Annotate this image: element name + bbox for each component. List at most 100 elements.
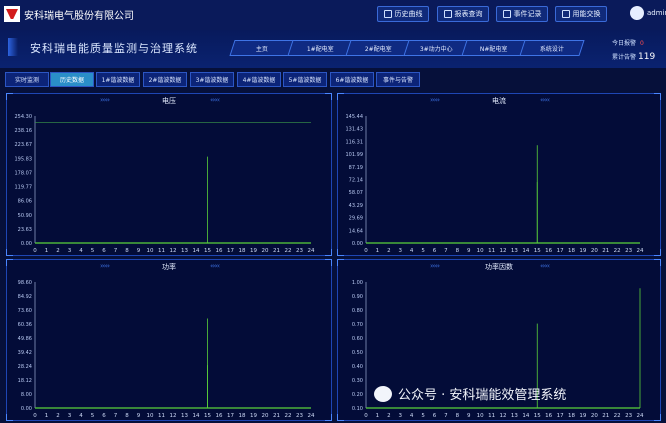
x-tick-label: 5 [421, 413, 425, 419]
chevron-right-icon: ››››› [100, 262, 110, 270]
x-tick-label: 20 [262, 248, 269, 254]
y-tick-label: 72.14 [349, 178, 363, 184]
x-tick-label: 13 [511, 248, 518, 254]
x-tick-label: 11 [158, 413, 165, 419]
x-tick-label: 21 [602, 248, 609, 254]
sub-tab-1[interactable]: 历史数据 [50, 72, 94, 87]
panel-corner [654, 259, 661, 266]
sub-tab-8[interactable]: 事件与告警 [376, 72, 420, 87]
x-tick-label: 19 [579, 248, 586, 254]
x-tick-label: 1 [45, 413, 49, 419]
x-tick-label: 3 [68, 413, 72, 419]
sub-tab-7[interactable]: 6#谐波数据 [330, 72, 374, 87]
x-tick-label: 18 [239, 248, 246, 254]
y-tick-label: 0.40 [352, 364, 363, 370]
wechat-icon [374, 385, 392, 402]
chevron-left-icon: ‹‹‹‹‹ [540, 262, 550, 270]
x-tick-label: 22 [614, 248, 621, 254]
y-tick-label: 60.36 [18, 322, 32, 328]
x-tick-label: 13 [181, 413, 188, 419]
x-tick-label: 0 [33, 248, 37, 254]
x-tick-label: 24 [308, 248, 315, 254]
y-tick-label: 101.99 [346, 152, 364, 158]
y-tick-label: 84.92 [18, 294, 32, 300]
x-tick-label: 10 [147, 248, 154, 254]
chart-title: 电流 [492, 97, 506, 105]
nav-tab-room2[interactable]: 2#配电室 [345, 40, 411, 56]
panel-corner [654, 93, 661, 100]
y-tick-label: 195.83 [15, 156, 33, 162]
x-tick-label: 19 [579, 413, 586, 419]
y-tick-label: 119.77 [15, 185, 33, 191]
x-tick-label: 22 [285, 248, 292, 254]
y-tick-label: 43.29 [349, 203, 363, 209]
sub-tab-3[interactable]: 2#谐波数据 [143, 72, 187, 87]
history-curve-button[interactable]: 历史曲线 [377, 6, 429, 22]
y-tick-label: 178.07 [15, 170, 33, 176]
chart-svg: 145.44 131.43 116.31 101.99 87.19 72.14 58.07 4… [346, 114, 644, 254]
x-tick-label: 8 [456, 413, 460, 419]
system-title: 安科瑞电能质量监测与治理系统 [30, 42, 198, 55]
event-log-button[interactable]: 事件记录 [496, 6, 548, 22]
x-tick-label: 20 [262, 413, 269, 419]
x-tick-label: 12 [500, 413, 507, 419]
current-chart-panel: 电流 ››››› ‹‹‹‹‹ 145.44 131.43 116.31 101.99 87.1… [337, 93, 661, 256]
x-tick-label: 24 [637, 413, 644, 419]
x-tick-label: 17 [227, 248, 234, 254]
swap-icon [561, 10, 570, 18]
panel-corner [325, 259, 332, 266]
x-tick-label: 0 [364, 413, 368, 419]
x-tick-label: 20 [591, 248, 598, 254]
y-tick-label: 23.63 [18, 227, 32, 233]
today-alarm: 今日报警 0 [612, 40, 644, 47]
x-tick-label: 15 [534, 248, 541, 254]
sub-tab-4[interactable]: 3#谐波数据 [190, 72, 234, 87]
nav-tab-room1[interactable]: 1#配电室 [287, 40, 353, 56]
report-query-button[interactable]: 报表查询 [437, 6, 489, 22]
x-tick-label: 14 [193, 413, 200, 419]
x-tick-label: 7 [444, 248, 448, 254]
x-tick-label: 3 [399, 248, 403, 254]
nav-tab-home[interactable]: 主页 [229, 40, 295, 56]
brand: 安科瑞电气股份有限公司 [4, 6, 134, 22]
energy-exchange-button[interactable]: 用能交换 [555, 6, 607, 22]
chevron-right-icon: ››››› [430, 262, 440, 270]
x-tick-label: 15 [534, 413, 541, 419]
power-chart-panel: 功率 ››››› ‹‹‹‹‹ 98.60 84.92 73.60 60.36 49.86 39.… [6, 259, 332, 421]
y-tick-label: 18.12 [18, 378, 32, 384]
sub-tab-5[interactable]: 4#谐波数据 [237, 72, 281, 87]
chart-title: 功率因数 [485, 263, 513, 271]
x-tick-label: 21 [273, 248, 280, 254]
x-tick-label: 4 [410, 248, 414, 254]
nav-tab-power-center[interactable]: 3#动力中心 [403, 40, 469, 56]
sub-tab-0[interactable]: 实时监测 [5, 72, 49, 87]
x-tick-label: 22 [614, 413, 621, 419]
x-tick-label: 23 [625, 413, 632, 419]
sub-tab-6[interactable]: 5#谐波数据 [283, 72, 327, 87]
x-tick-label: 19 [250, 413, 257, 419]
voltage-chart-panel: 电压 ››››› ‹‹‹‹‹ 254.30 238.16 223.67 195.83 178.… [6, 93, 332, 256]
nav-tab-room-n[interactable]: N#配电室 [461, 40, 527, 56]
x-tick-label: 8 [125, 413, 129, 419]
nav-tab-system-design[interactable]: 系统设计 [519, 40, 585, 56]
x-tick-label: 9 [137, 413, 141, 419]
y-tick-label: 73.60 [18, 308, 32, 314]
y-tick-label: 1.00 [352, 280, 363, 286]
x-tick-label: 15 [204, 413, 211, 419]
x-tick-label: 2 [387, 248, 391, 254]
y-tick-label: 223.67 [15, 142, 33, 148]
user-menu[interactable]: admin [630, 6, 666, 20]
x-tick-label: 11 [488, 248, 495, 254]
y-tick-label: 98.60 [18, 280, 32, 286]
sub-tab-2[interactable]: 1#谐波数据 [96, 72, 140, 87]
x-tick-label: 17 [557, 413, 564, 419]
x-tick-label: 11 [488, 413, 495, 419]
x-tick-label: 20 [591, 413, 598, 419]
x-tick-label: 12 [500, 248, 507, 254]
x-tick-label: 8 [125, 248, 129, 254]
x-tick-label: 9 [137, 248, 141, 254]
y-tick-label: 0.60 [352, 336, 363, 342]
y-tick-label: 254.30 [15, 114, 33, 120]
x-tick-label: 11 [158, 248, 165, 254]
panel-corner [6, 93, 13, 100]
